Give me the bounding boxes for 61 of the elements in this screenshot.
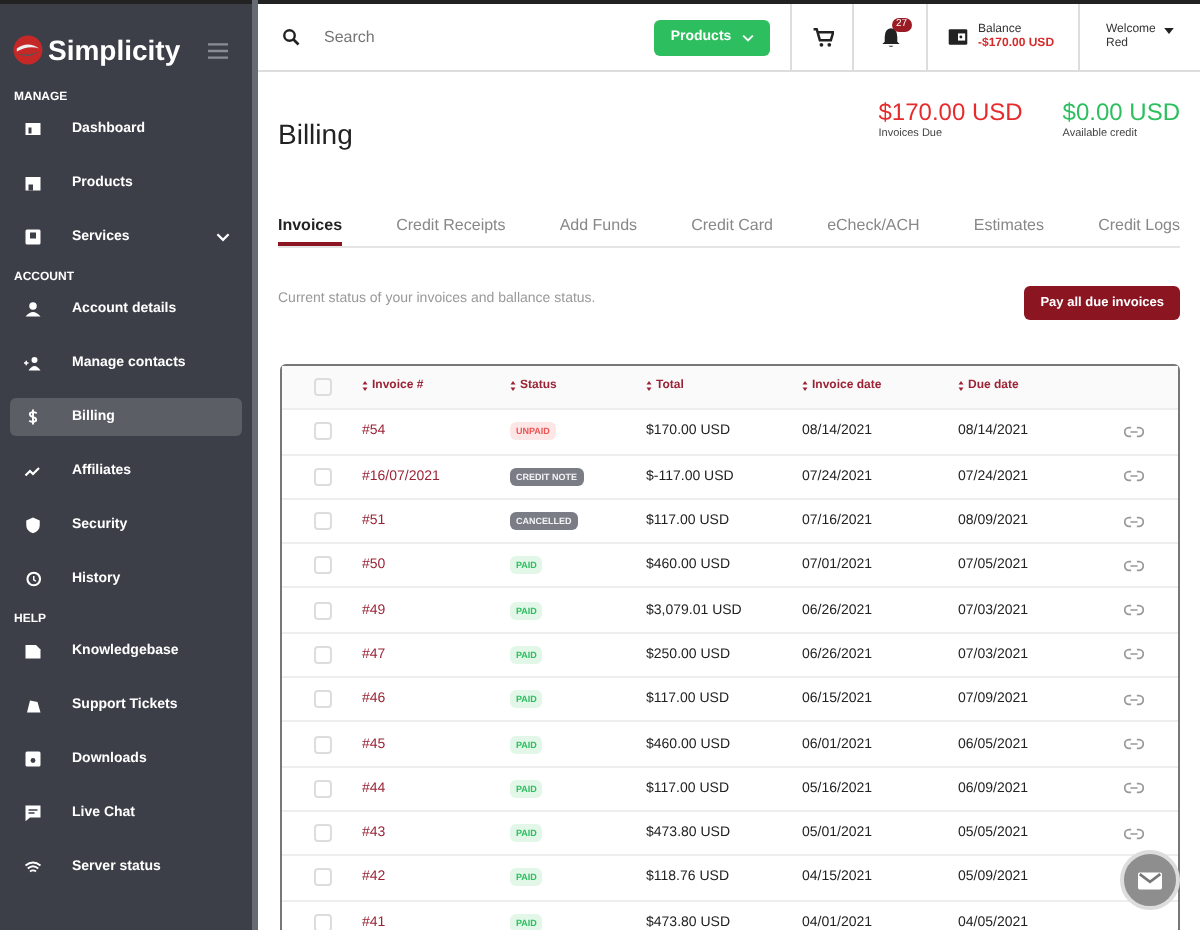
checkbox[interactable]: [313, 913, 331, 930]
chat-icon: [24, 804, 42, 822]
tab[interactable]: Credit Logs: [1098, 206, 1180, 246]
chevron-down-icon: [741, 33, 754, 41]
checkbox[interactable]: [313, 824, 331, 843]
link-icon[interactable]: [1124, 470, 1144, 483]
sort-icon: [362, 379, 368, 392]
link-icon[interactable]: [1124, 827, 1144, 840]
checkbox[interactable]: [313, 512, 331, 531]
tab[interactable]: Add Funds: [559, 206, 638, 246]
bell-icon[interactable]: [879, 26, 901, 48]
checkbox[interactable]: [313, 378, 331, 397]
wifi-icon: [24, 858, 42, 876]
services-icon: [24, 228, 42, 246]
invoices-due-amount: $170.00 USD: [878, 98, 1023, 126]
logo-icon: [12, 34, 44, 66]
checkbox[interactable]: [313, 556, 331, 575]
link-icon[interactable]: [1124, 559, 1144, 572]
checkbox[interactable]: [313, 868, 331, 887]
sort-icon: [958, 379, 964, 392]
link-icon[interactable]: [1124, 604, 1144, 617]
link-icon[interactable]: [1124, 425, 1144, 438]
tab[interactable]: eCheck/ACH: [827, 206, 920, 246]
trend-icon: [24, 462, 42, 480]
checkbox[interactable]: [313, 467, 331, 486]
caret-icon: [1163, 28, 1174, 34]
menu-icon[interactable]: [208, 41, 228, 59]
page-title: Billing: [278, 118, 353, 154]
checkbox[interactable]: [313, 779, 331, 798]
dollar-icon: [24, 408, 42, 426]
link-icon[interactable]: [1124, 782, 1144, 795]
brand-name: Simplicity: [48, 34, 181, 66]
mail-button[interactable]: [1120, 850, 1180, 910]
wallet-icon: [948, 28, 968, 46]
dashboard-icon: [24, 120, 42, 138]
history-icon: [24, 570, 42, 588]
chevron-down-icon: [216, 232, 230, 242]
tab[interactable]: Credit Card: [691, 206, 773, 246]
shield-icon: [24, 516, 42, 534]
checkbox[interactable]: [313, 645, 331, 664]
link-icon[interactable]: [1124, 738, 1144, 751]
user-icon: [24, 300, 42, 318]
sort-icon: [510, 379, 516, 392]
products-icon: [24, 174, 42, 192]
cart-icon[interactable]: [811, 26, 833, 48]
search-icon: [282, 28, 300, 46]
link-icon[interactable]: [1124, 693, 1144, 706]
checkbox[interactable]: [313, 422, 331, 441]
checkbox[interactable]: [313, 601, 331, 620]
tab[interactable]: Invoices: [278, 206, 343, 246]
tab[interactable]: Estimates: [973, 206, 1044, 246]
checkbox[interactable]: [313, 735, 331, 754]
tab[interactable]: Credit Receipts: [396, 206, 506, 246]
link-icon[interactable]: [1124, 515, 1144, 528]
sort-icon: [802, 379, 808, 392]
envelope-icon: [1138, 871, 1162, 889]
checkbox[interactable]: [313, 690, 331, 709]
users-icon: [24, 354, 42, 372]
available-credit-amount: $0.00 USD: [1062, 98, 1180, 126]
sort-icon: [646, 379, 652, 392]
link-icon[interactable]: [1124, 648, 1144, 661]
